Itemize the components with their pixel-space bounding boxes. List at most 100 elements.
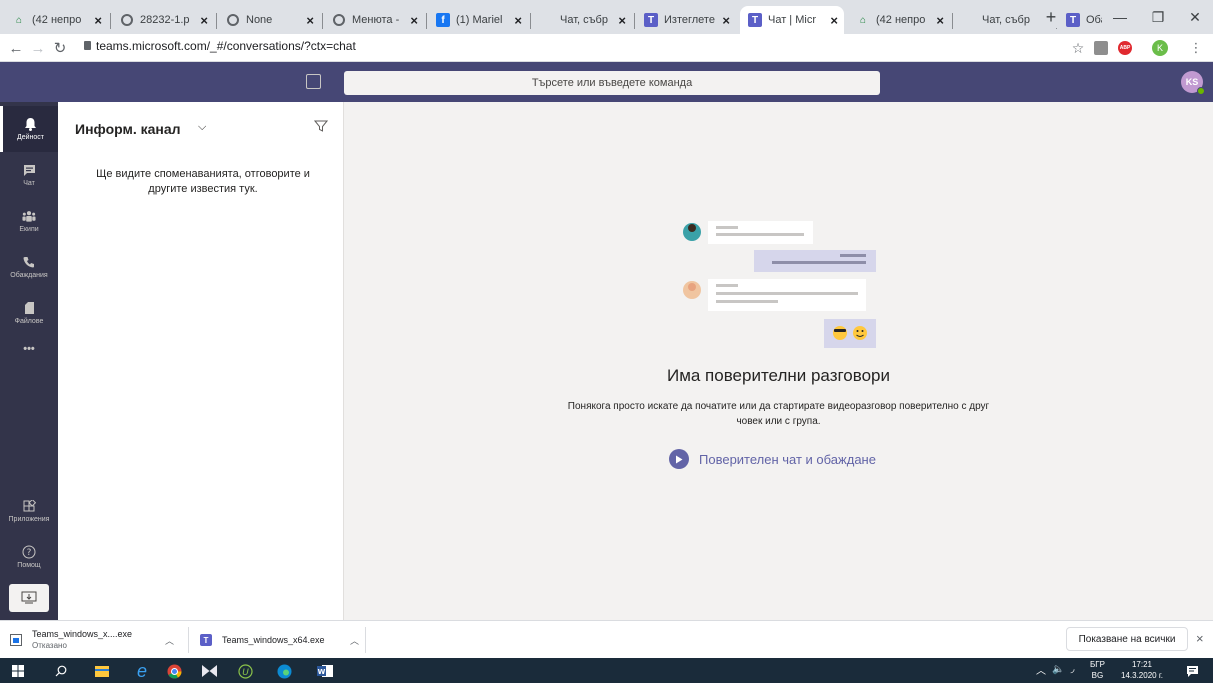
teams-icon: T <box>200 634 212 646</box>
maximize-button[interactable]: ❐ <box>1140 6 1176 28</box>
search-input[interactable]: Търсете или въведете команда <box>344 71 880 95</box>
browser-tab[interactable]: ⌂ (42 непро × <box>848 6 950 34</box>
panel-title[interactable]: Информ. канал <box>75 121 181 137</box>
close-icon[interactable]: × <box>306 13 314 28</box>
language-indicator[interactable]: БГР BG <box>1090 659 1105 681</box>
tab-title: Чат | Micr <box>768 14 816 26</box>
taskbar: e U W ︿ 🔈 ◞ БГР BG 17:21 14.3.2020 г. <box>0 658 1213 683</box>
home-icon: ⌂ <box>15 14 23 26</box>
filter-icon[interactable] <box>313 119 329 133</box>
new-tab-button[interactable]: + <box>1040 6 1062 28</box>
rail-item-calls[interactable]: Обаждания <box>0 244 58 290</box>
browser-tab[interactable]: Менюта - × <box>324 6 424 34</box>
browser-tab[interactable]: Чат, събр × <box>532 6 632 34</box>
close-icon[interactable]: × <box>830 13 838 28</box>
close-icon[interactable]: × <box>514 13 522 28</box>
app-u-icon[interactable]: U <box>236 662 254 680</box>
facebook-icon: f <box>436 13 450 27</box>
browser-tab[interactable]: None × <box>218 6 320 34</box>
file-explorer-icon[interactable] <box>93 662 111 680</box>
close-icon[interactable]: × <box>200 13 208 28</box>
smile-emoji-icon <box>853 326 867 340</box>
close-icon[interactable]: × <box>936 13 944 28</box>
clock[interactable]: 17:21 14.3.2020 г. <box>1121 659 1163 681</box>
address-bar[interactable]: teams.microsoft.com/_#/conversations/?ct… <box>96 39 356 53</box>
close-icon[interactable]: × <box>1196 631 1204 646</box>
tab-separator <box>110 13 111 29</box>
browser-tab[interactable]: T Изтеглете × <box>636 6 736 34</box>
chrome-icon[interactable] <box>165 662 183 680</box>
app-rail: Дейност Чат Екипи Обаждания Файлове ••• … <box>0 102 58 620</box>
adblock-icon[interactable]: ABP <box>1118 41 1132 55</box>
volume-icon[interactable]: 🔈 <box>1052 664 1064 675</box>
pdf-extension-icon[interactable] <box>1094 41 1108 55</box>
rail-item-apps[interactable]: Приложения <box>0 488 58 534</box>
activity-panel: Информ. канал ⌵ Ще видите споменаванията… <box>58 102 344 620</box>
edge-icon[interactable]: e <box>133 661 151 681</box>
language-top: БГР <box>1090 660 1105 669</box>
rail-item-help[interactable]: ? Помощ <box>0 534 58 580</box>
close-icon[interactable]: × <box>410 13 418 28</box>
browser-tab[interactable]: Чат, събр × <box>954 6 1054 34</box>
windows-start-icon[interactable] <box>9 662 27 680</box>
forward-button[interactable]: → <box>28 38 48 58</box>
browser-tab[interactable]: f (1) Mariel × <box>428 6 528 34</box>
menu-kebab-icon[interactable]: ⋮ <box>1186 38 1206 58</box>
browser-tab[interactable]: ⌂ (42 непро × <box>4 6 108 34</box>
tab-title: (42 непро <box>32 14 82 26</box>
tab-title: None <box>246 14 273 26</box>
search-icon[interactable] <box>52 662 70 680</box>
word-icon[interactable]: W <box>316 662 334 680</box>
main-content: Има поверителни разговори Понякога прост… <box>344 102 1213 620</box>
more-apps-button[interactable]: ••• <box>0 334 58 364</box>
minimize-button[interactable]: — <box>1102 6 1138 28</box>
system-tray: ︿ 🔈 ◞ <box>1036 662 1074 677</box>
bell-icon <box>24 117 38 131</box>
date-text: 14.3.2020 г. <box>1121 671 1163 680</box>
file-icon <box>10 634 22 646</box>
tab-separator <box>952 13 953 29</box>
browser-tab[interactable]: 28232-1.p × <box>112 6 214 34</box>
download-item[interactable]: T Teams_windows_x64.exe ︿ <box>200 627 365 653</box>
time-text: 17:21 <box>1131 660 1153 669</box>
chevron-up-icon[interactable]: ︿ <box>350 634 359 647</box>
download-filename: Teams_windows_x....exe <box>32 629 133 639</box>
notifications-icon[interactable] <box>1183 662 1201 680</box>
download-app-button[interactable] <box>9 584 49 612</box>
apps-icon <box>22 499 36 513</box>
svg-text:?: ? <box>27 548 32 558</box>
chat-icon <box>22 163 36 177</box>
empty-feed-message: Ще видите споменаванията, отговорите и д… <box>96 168 310 195</box>
rail-item-chat[interactable]: Чат <box>0 152 58 198</box>
download-item[interactable]: Teams_windows_x....exe Отказано ︿ <box>10 627 180 653</box>
rail-item-activity[interactable]: Дейност <box>0 106 58 152</box>
chevron-down-icon[interactable]: ⌵ <box>198 121 206 134</box>
close-icon[interactable]: × <box>94 13 102 28</box>
edge-new-icon[interactable] <box>275 662 293 680</box>
back-button[interactable]: ← <box>6 38 26 58</box>
tab-title: Чат, събр <box>982 14 1030 26</box>
wifi-icon[interactable]: ◞ <box>1070 664 1074 675</box>
rail-item-files[interactable]: Файлове <box>0 290 58 336</box>
compose-icon[interactable] <box>306 74 321 89</box>
close-icon[interactable]: × <box>618 13 626 28</box>
download-shelf: Teams_windows_x....exe Отказано ︿ T Team… <box>0 620 1213 658</box>
divider <box>365 627 366 653</box>
close-icon[interactable]: × <box>722 13 730 28</box>
browser-tab-active[interactable]: T Чат | Micr × <box>740 6 844 34</box>
page-title: Има поверителни разговори <box>666 366 891 385</box>
teams-icon: T <box>1066 13 1080 27</box>
window-close-button[interactable]: ✕ <box>1177 6 1213 28</box>
rail-item-teams[interactable]: Екипи <box>0 198 58 244</box>
reload-button[interactable]: ↻ <box>50 38 70 58</box>
star-icon[interactable]: ☆ <box>1068 38 1088 58</box>
tab-title: (42 непро <box>876 14 926 26</box>
rail-label: Помощ <box>17 562 41 569</box>
private-chat-button[interactable]: Поверителен чат и обаждане <box>669 449 876 469</box>
app-bow-icon[interactable] <box>200 662 218 680</box>
chevron-up-icon[interactable]: ︿ <box>165 634 174 647</box>
tab-title: (1) Mariel <box>456 14 503 26</box>
show-all-button[interactable]: Показване на всички <box>1066 627 1188 651</box>
chevron-up-icon[interactable]: ︿ <box>1036 662 1046 677</box>
profile-icon[interactable]: K <box>1152 40 1168 56</box>
